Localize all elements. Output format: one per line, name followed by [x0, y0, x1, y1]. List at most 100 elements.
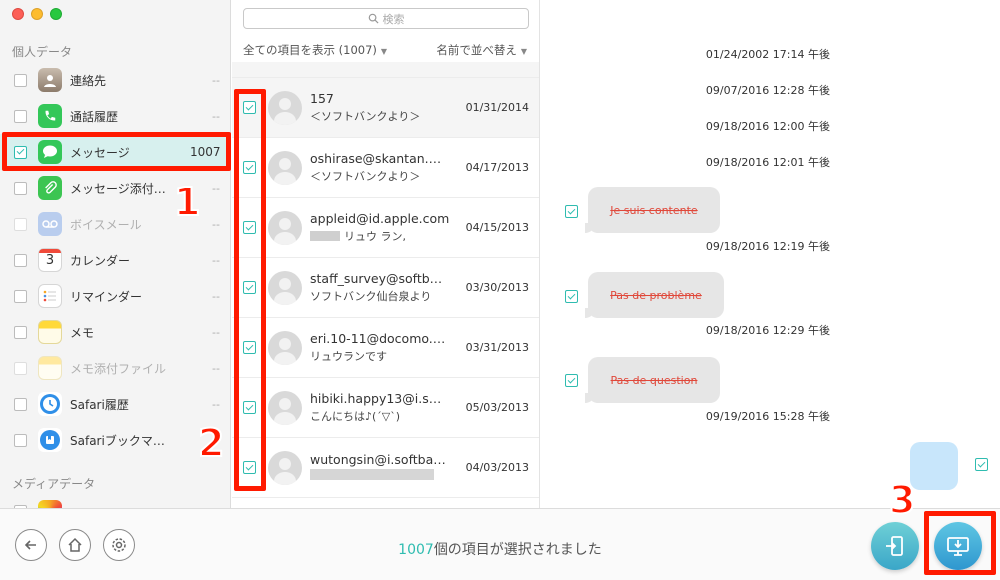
to-device-icon	[886, 536, 903, 556]
item-count: --	[212, 397, 220, 411]
avatar	[268, 330, 302, 365]
message-date: 03/31/2013	[465, 341, 529, 354]
row-checkbox[interactable]	[243, 281, 256, 294]
sidebar-item-label: 連絡先	[70, 73, 107, 88]
message-timestamp: 09/19/2016 15:28 午後	[705, 410, 830, 423]
sort-dropdown[interactable]: 名前で並べ替え ▼	[436, 42, 527, 58]
contacts-icon	[38, 68, 62, 92]
redacted-block	[310, 469, 434, 480]
message-timestamp: 09/18/2016 12:00 午後	[705, 120, 830, 133]
list-item[interactable]: 157 ＜ソフトバンクより＞ 01/31/2014	[232, 78, 539, 138]
checkbox	[14, 217, 27, 231]
message-date: 04/17/2013	[465, 161, 529, 174]
sidebar-item-safari-history[interactable]: Safari履歴 --	[0, 386, 230, 422]
checkbox[interactable]	[14, 181, 27, 195]
list-item[interactable]: appleid@id.apple.com リュウ ラン, 04/15/2013	[232, 198, 539, 258]
checkbox[interactable]	[14, 253, 27, 267]
message-date: 01/31/2014	[465, 101, 529, 114]
search-input[interactable]: 検索	[243, 8, 529, 29]
selection-status: 1007個の項目が選択されました	[0, 539, 1000, 559]
message-timestamp: 01/24/2002 17:14 午後	[705, 48, 830, 61]
checkbox[interactable]	[14, 109, 27, 123]
item-count: 1007	[190, 145, 221, 159]
checkbox[interactable]	[14, 145, 27, 159]
list-item[interactable]: wutongsin@i.softba… 04/03/2013	[232, 438, 539, 498]
message-preview: ソフトバンク仙台泉より	[310, 290, 432, 303]
message-date: 04/15/2013	[465, 221, 529, 234]
phone-icon	[38, 104, 62, 128]
sidebar-item-reminders[interactable]: リマインダー --	[0, 278, 230, 314]
sidebar-item-label: Safari履歴	[70, 397, 129, 412]
avatar	[268, 270, 302, 305]
row-checkbox[interactable]	[243, 101, 256, 114]
sidebar-item-label: メッセージ添付…	[70, 181, 166, 196]
checkbox	[14, 361, 27, 375]
row-checkbox[interactable]	[243, 221, 256, 234]
outgoing-message-bubble	[910, 442, 958, 490]
sidebar-item-notes[interactable]: メモ --	[0, 314, 230, 350]
checkbox[interactable]	[14, 433, 27, 447]
sidebar-item-call-history[interactable]: 通話履歴 --	[0, 98, 230, 134]
sidebar-item-label: メモ	[70, 325, 95, 340]
message-date: 05/03/2013	[465, 401, 529, 414]
filter-label: 全ての項目を表示 (1007)	[243, 43, 377, 57]
safari-icon	[38, 392, 62, 416]
sidebar-item-label: メッセージ	[70, 145, 130, 160]
message-bubble: Pas de problème	[585, 272, 724, 318]
redacted-block	[310, 231, 340, 241]
list-row-partial	[232, 62, 539, 78]
list-item[interactable]: hibiki.happy13@i.s… こんにちは♪(´▽`) 05/03/20…	[232, 378, 539, 438]
transfer-to-computer-button[interactable]	[934, 522, 982, 570]
contact-name: appleid@id.apple.com	[310, 211, 450, 226]
sidebar-item-safari-bookmarks[interactable]: Safariブックマ… --	[0, 422, 230, 458]
annotation-number: 3	[888, 477, 916, 523]
sidebar-item-contacts[interactable]: 連絡先 --	[0, 62, 230, 98]
calendar-icon: 3	[38, 248, 62, 272]
annotation-number: 2	[197, 420, 225, 466]
message-preview: ＜ソフトバンクより＞	[310, 110, 421, 123]
list-item[interactable]: eri.10-11@docomo.… リュウランです 03/31/2013	[232, 318, 539, 378]
message-checkbox[interactable]	[565, 374, 578, 387]
row-checkbox[interactable]	[243, 461, 256, 474]
checkbox[interactable]	[14, 325, 27, 339]
voicemail-icon	[38, 212, 62, 236]
filter-dropdown[interactable]: 全ての項目を表示 (1007) ▼	[243, 42, 387, 58]
message-checkbox[interactable]	[565, 290, 578, 303]
sidebar-item-label: メモ添付ファイル	[70, 361, 167, 376]
message-checkbox[interactable]	[975, 458, 988, 471]
row-checkbox[interactable]	[243, 161, 256, 174]
checkbox[interactable]	[14, 289, 27, 303]
item-count: --	[212, 289, 220, 303]
avatar	[268, 450, 302, 485]
section-title-media: メディアデータ	[12, 477, 96, 491]
selected-suffix: 個の項目が選択されました	[433, 542, 602, 558]
contact-name: oshirase@skantan.…	[310, 151, 442, 166]
sidebar: 個人データ 連絡先 -- 通話履歴 -- メッセージ 1007 メッセージ添付……	[0, 0, 231, 508]
annotation-number: 1	[173, 179, 201, 225]
sidebar-item-label: Safariブックマ…	[70, 433, 165, 448]
sidebar-item-calendar[interactable]: 3 カレンダー --	[0, 242, 230, 278]
zoom-window-button[interactable]	[50, 8, 62, 20]
message-preview: リュウランです	[310, 350, 387, 363]
message-date: 04/03/2013	[465, 461, 529, 474]
checkbox[interactable]	[14, 73, 27, 87]
transfer-to-device-button[interactable]	[871, 522, 919, 570]
minimize-window-button[interactable]	[31, 8, 43, 20]
message-timestamp: 09/18/2016 12:19 午後	[705, 240, 830, 253]
message-checkbox[interactable]	[565, 205, 578, 218]
close-window-button[interactable]	[12, 8, 24, 20]
sidebar-item-photos[interactable]	[0, 494, 230, 508]
notes-icon	[38, 320, 62, 344]
bottom-toolbar: 1007個の項目が選択されました	[0, 508, 1000, 580]
list-item[interactable]: staff_survey@softb… ソフトバンク仙台泉より 03/30/20…	[232, 258, 539, 318]
sidebar-item-messages[interactable]: メッセージ 1007	[0, 134, 230, 170]
list-item[interactable]: oshirase@skantan.… ＜ソフトバンクより＞ 04/17/2013	[232, 138, 539, 198]
row-checkbox[interactable]	[243, 401, 256, 414]
checkbox[interactable]	[14, 397, 27, 411]
message-timestamp: 09/18/2016 12:01 午後	[705, 156, 830, 169]
sidebar-item-notes-attachments: メモ添付ファイル --	[0, 350, 230, 386]
message-date: 03/30/2013	[465, 281, 529, 294]
row-checkbox[interactable]	[243, 341, 256, 354]
message-preview: ＜ソフトバンクより＞	[310, 170, 421, 183]
notes-attachment-icon	[38, 356, 62, 380]
